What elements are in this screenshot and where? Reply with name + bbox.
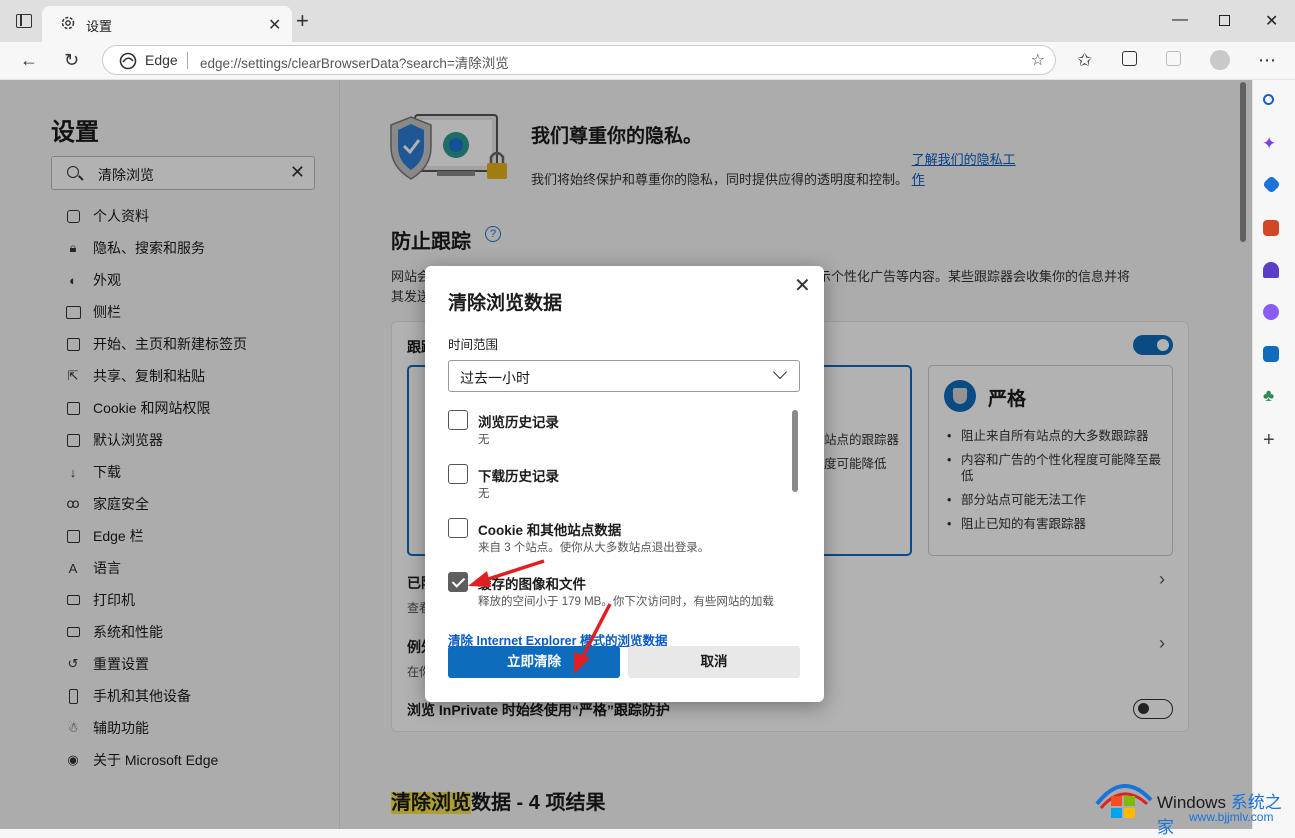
minimize-icon[interactable]: — <box>1172 11 1188 29</box>
option-title: Cookie 和其他站点数据 <box>478 523 622 538</box>
address-site: Edge <box>145 52 178 68</box>
option-title: 下载历史记录 <box>478 469 559 484</box>
cancel-button[interactable]: 取消 <box>628 646 800 678</box>
time-range-value: 过去一小时 <box>460 370 530 386</box>
back-icon[interactable]: ← <box>20 50 38 70</box>
add-icon[interactable]: + <box>1263 429 1275 452</box>
option-title: 浏览历史记录 <box>478 415 559 430</box>
gear-icon <box>61 16 75 30</box>
dialog-title: 清除浏览数据 <box>448 293 563 314</box>
refresh-icon[interactable]: ↻ <box>64 50 79 70</box>
dialog-scrollbar[interactable] <box>792 410 798 492</box>
sparkle-icon[interactable]: ✦ <box>1262 134 1276 154</box>
more-menu-icon[interactable]: ⋯ <box>1258 50 1276 70</box>
tab-settings[interactable]: 设置 ✕ <box>42 6 292 42</box>
add-favorite-icon[interactable]: ☆ <box>1031 50 1045 70</box>
dialog-close-icon[interactable]: ✕ <box>794 273 811 298</box>
address-separator <box>187 52 188 69</box>
tools-icon[interactable] <box>1263 220 1279 236</box>
browsing-history-checkbox[interactable] <box>448 410 468 430</box>
favorites-icon[interactable]: ✩ <box>1077 50 1092 70</box>
edge-sidebar <box>1252 80 1295 829</box>
tab-close-icon[interactable]: ✕ <box>268 15 281 35</box>
watermark-url: www.bjjmlv.com <box>1189 810 1274 824</box>
tab-actions-icon[interactable] <box>16 14 32 28</box>
games-icon[interactable] <box>1263 262 1279 278</box>
option-subtitle: 无 <box>478 488 490 500</box>
windows-house-logo-icon <box>1095 783 1153 818</box>
profile-avatar[interactable] <box>1210 50 1230 70</box>
option-subtitle: 释放的空间小于 179 MB。你下次访问时，有些网站的加载 <box>478 596 774 608</box>
window-close-icon[interactable]: ✕ <box>1265 11 1278 31</box>
tree-icon[interactable]: ♣ <box>1263 386 1274 406</box>
annotation-arrow <box>468 559 545 587</box>
address-url: edge://settings/clearBrowserData?search=… <box>200 56 509 71</box>
collections-icon[interactable] <box>1122 51 1137 66</box>
option-subtitle: 来自 3 个站点。使你从大多数站点退出登录。 <box>478 542 710 554</box>
extension-icon[interactable] <box>1166 51 1181 66</box>
annotation-arrow <box>574 603 612 674</box>
outlook-icon[interactable] <box>1263 346 1279 362</box>
maximize-icon[interactable] <box>1219 15 1230 26</box>
chevron-down-icon <box>772 364 788 380</box>
cookies-checkbox[interactable] <box>448 518 468 538</box>
address-bar[interactable]: Edge edge://settings/clearBrowserData?se… <box>102 45 1056 75</box>
time-range-select[interactable]: 过去一小时 <box>448 360 800 392</box>
new-tab-icon[interactable]: + <box>296 10 309 32</box>
edge-logo-icon <box>119 52 137 70</box>
office-icon[interactable] <box>1263 304 1279 320</box>
download-history-checkbox[interactable] <box>448 464 468 484</box>
watermark: Windows 系统之家 www.bjjmlv.com <box>1093 772 1293 837</box>
tab-title: 设置 <box>86 19 113 34</box>
search-icon[interactable] <box>1263 94 1274 105</box>
option-subtitle: 无 <box>478 434 490 446</box>
time-range-label: 时间范围 <box>448 338 499 352</box>
